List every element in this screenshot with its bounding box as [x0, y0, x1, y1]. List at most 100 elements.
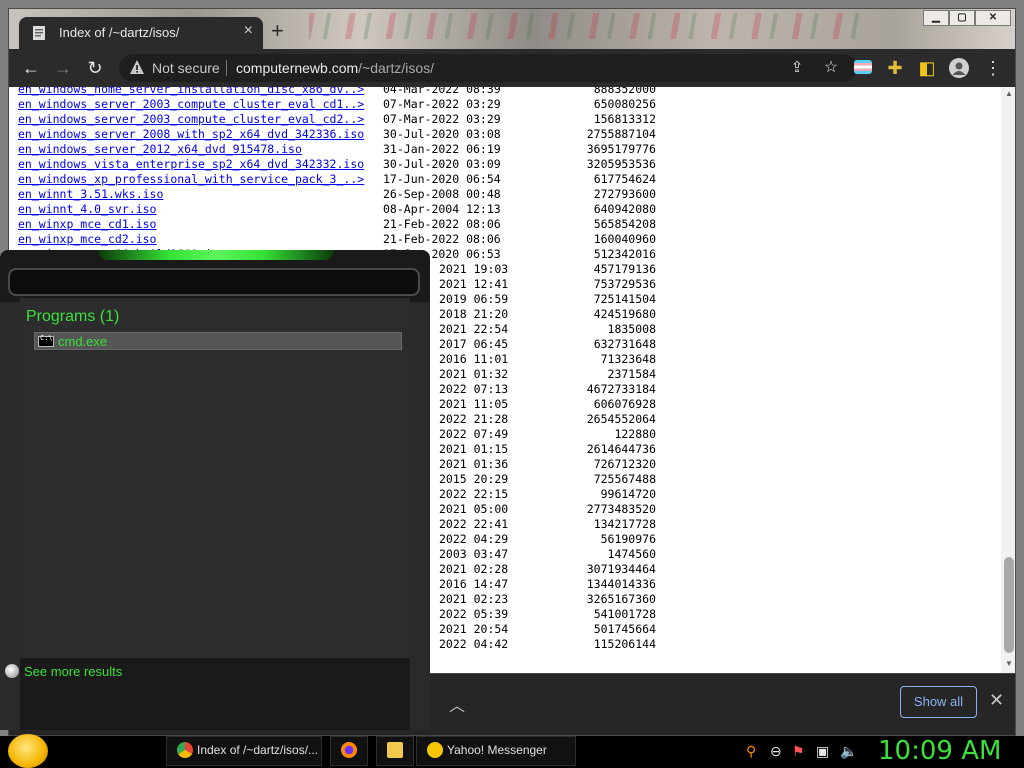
extension-flag-icon[interactable] — [853, 58, 873, 78]
file-size: 632731648 — [593, 337, 656, 351]
file-date: 2017 06:45 — [439, 337, 509, 351]
minus-tray-icon[interactable]: ⊖ — [770, 743, 782, 760]
address-bar[interactable]: Not secure computernewb.com/~dartz/isos/… — [119, 54, 857, 82]
cmd-icon — [38, 334, 54, 347]
extensions-puzzle-icon[interactable]: ✚ — [885, 58, 905, 78]
file-date: 2021 12:41 — [439, 277, 509, 291]
file-date: 2018 21:20 — [439, 307, 509, 321]
file-date: 2022 04:29 — [439, 532, 509, 546]
close-window-button[interactable]: ✕ — [975, 10, 1011, 26]
file-size: 501745664 — [593, 622, 656, 636]
file-date: 07-Mar-2022 03:29 — [383, 112, 501, 126]
file-link[interactable]: en_windows_server_2012_x64_dvd_915478.is… — [18, 142, 302, 157]
taskbar-item-chrome[interactable]: Index of /~dartz/isos/... — [166, 736, 322, 766]
tab-close-icon[interactable]: × — [244, 22, 253, 40]
search-tray-icon[interactable]: ⚲ — [746, 743, 756, 760]
file-date: 04-Mar-2022 08:39 — [383, 87, 501, 96]
scroll-up-icon[interactable]: ▲ — [1005, 89, 1013, 98]
file-link[interactable]: en_windows_server_2003_compute_cluster_e… — [18, 97, 364, 112]
clock[interactable]: 10:09 AM — [878, 736, 1001, 766]
taskbar: Index of /~dartz/isos/... Yahoo! Messeng… — [0, 734, 1024, 768]
start-orb-button[interactable] — [8, 734, 48, 768]
file-date: 2021 22:54 — [439, 322, 509, 336]
profile-avatar-icon[interactable] — [949, 58, 969, 78]
file-date: 2022 05:39 — [439, 607, 509, 621]
file-link[interactable]: en_windows_server_2008_with_sp2_x64_dvd_… — [18, 127, 364, 142]
chevron-up-icon[interactable]: ︿ — [449, 692, 465, 716]
back-arrow-icon[interactable]: ← — [21, 58, 41, 78]
file-size: 650080256 — [593, 97, 656, 111]
page-scrollbar[interactable]: ▲ ▼ — [1001, 87, 1015, 673]
file-date: 2021 19:03 — [439, 262, 509, 276]
file-date: 21-Feb-2022 08:06 — [383, 217, 501, 231]
security-label[interactable]: Not secure — [152, 60, 220, 76]
file-size: 753729536 — [593, 277, 656, 291]
tab-title: Index of /~dartz/isos/ — [59, 25, 180, 40]
maximize-button[interactable]: ▢ — [949, 10, 975, 26]
show-all-button[interactable]: Show all — [900, 686, 977, 718]
browser-tab[interactable]: Index of /~dartz/isos/ × — [19, 17, 263, 49]
file-size: 134217728 — [593, 517, 656, 531]
taskbar-item-yahoo-messenger[interactable]: Yahoo! Messenger — [416, 736, 576, 766]
share-icon[interactable]: ⇪ — [787, 58, 807, 78]
scroll-thumb[interactable] — [1004, 557, 1014, 653]
panel-glow — [98, 250, 334, 260]
close-downloads-icon[interactable]: ✕ — [989, 690, 1004, 711]
file-link[interactable]: en_windows_xp_professional_with_service_… — [18, 172, 364, 187]
divider — [226, 60, 227, 76]
volume-tray-icon[interactable]: 🔈 — [840, 743, 857, 760]
file-link[interactable]: en_windows_vista_enterprise_sp2_x64_dvd_… — [18, 157, 364, 172]
scroll-down-icon[interactable]: ▼ — [1005, 659, 1013, 668]
reload-icon[interactable]: ↻ — [85, 58, 105, 78]
file-link[interactable]: en_windows_home_server_installation_disc… — [18, 87, 364, 97]
start-search-input[interactable] — [8, 268, 420, 296]
taskbar-item-firefox[interactable] — [330, 736, 368, 766]
file-size: 726712320 — [593, 457, 656, 471]
new-tab-button[interactable]: + — [271, 18, 284, 44]
url-text[interactable]: computernewb.com/~dartz/isos/ — [236, 60, 434, 76]
file-size: 2614644736 — [586, 442, 656, 456]
sidebar-icon[interactable]: ◧ — [917, 58, 937, 78]
file-date: 2021 20:54 — [439, 622, 509, 636]
file-date: 30-Jul-2020 03:09 — [383, 157, 501, 171]
file-link[interactable]: en_winnt_4.0_svr.iso — [18, 202, 156, 217]
minimize-button[interactable]: ▁ — [923, 10, 949, 26]
file-size: 1835008 — [607, 322, 656, 336]
file-date: 2019 06:59 — [439, 292, 509, 306]
file-date: 2021 01:36 — [439, 457, 509, 471]
file-date: 2021 01:15 — [439, 442, 509, 456]
file-size: 888352000 — [593, 87, 656, 96]
file-size: 2773483520 — [586, 502, 656, 516]
title-bar: Index of /~dartz/isos/ × + ▁ ▢ ✕ — [9, 9, 1015, 49]
file-link[interactable]: en_winxp_mce_cd2.iso — [18, 232, 156, 247]
url-path: /~dartz/isos/ — [358, 60, 435, 76]
file-link[interactable]: en_winnt_3.51.wks.iso — [18, 187, 163, 202]
file-size: 3695179776 — [586, 142, 656, 156]
file-date: 07-Mar-2022 03:29 — [383, 97, 501, 111]
panel-frame-right — [410, 302, 430, 730]
see-more-results-link[interactable]: See more results — [24, 664, 122, 679]
file-size: 3265167360 — [586, 592, 656, 606]
file-link[interactable]: en_windows_server_2003_compute_cluster_e… — [18, 112, 364, 127]
menu-kebab-icon[interactable]: ⋮ — [983, 58, 1003, 78]
taskbar-item-explorer[interactable] — [376, 736, 414, 766]
search-more-icon — [5, 664, 19, 678]
file-size: 2654552064 — [586, 412, 656, 426]
file-date: 2022 22:41 — [439, 517, 509, 531]
file-size: 2755887104 — [586, 127, 656, 141]
file-size: 56190976 — [600, 532, 656, 546]
bookmark-star-icon[interactable]: ☆ — [821, 58, 841, 78]
result-cmd[interactable]: cmd.exe — [34, 332, 402, 350]
file-date: 2022 22:15 — [439, 487, 509, 501]
file-link[interactable]: en_winxp_mce_cd1.iso — [18, 217, 156, 232]
network-tray-icon[interactable]: ▣ — [816, 743, 829, 760]
firefox-icon — [341, 742, 357, 758]
flag-tray-icon[interactable]: ⚑ — [792, 743, 805, 760]
start-search-panel: Programs (1) cmd.exe See more results — [0, 250, 430, 730]
forward-arrow-icon[interactable]: → — [53, 58, 73, 78]
file-date: 17-Jun-2020 06:54 — [383, 172, 501, 186]
file-size: 3071934464 — [586, 562, 656, 576]
file-size: 725567488 — [593, 472, 656, 486]
file-date: 2021 01:32 — [439, 367, 509, 381]
file-date: 2016 14:47 — [439, 577, 509, 591]
